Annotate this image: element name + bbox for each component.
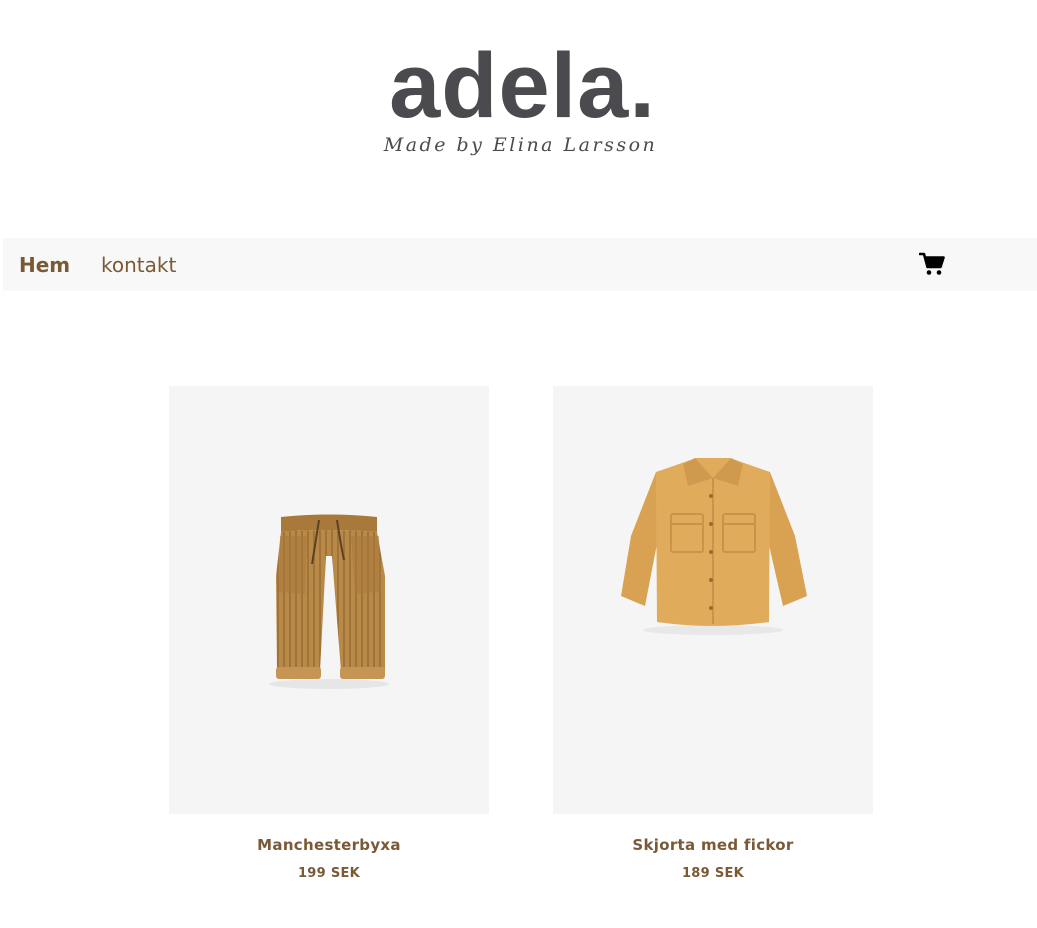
logo-tagline: Made by Elina Larsson: [383, 134, 658, 156]
page: adela. Made by Elina Larsson Hem kontakt: [0, 0, 1037, 928]
shirt-illustration: [621, 458, 807, 635]
shopping-cart-icon[interactable]: [918, 252, 945, 276]
product-name[interactable]: Skjorta med fickor: [553, 836, 873, 854]
product-name[interactable]: Manchesterbyxa: [169, 836, 489, 854]
product-card[interactable]: Manchesterbyxa 199 SEK: [169, 386, 489, 881]
nav-link-home[interactable]: Hem: [19, 253, 70, 277]
nav-link-contact[interactable]: kontakt: [101, 253, 176, 277]
main-navbar: Hem kontakt: [3, 238, 1037, 291]
product-price: 199 SEK: [297, 866, 361, 881]
product-card[interactable]: Skjorta med fickor 189 SEK: [553, 386, 873, 881]
product-price: 189 SEK: [681, 866, 745, 881]
product-image-shirt-with-pockets[interactable]: [553, 386, 873, 814]
site-logo[interactable]: adela. Made by Elina Larsson: [0, 40, 1037, 156]
corduroy-pants-illustration: [269, 514, 389, 689]
logo-wordmark: adela.: [389, 35, 656, 137]
product-image-corduroy-pants[interactable]: [169, 386, 489, 814]
